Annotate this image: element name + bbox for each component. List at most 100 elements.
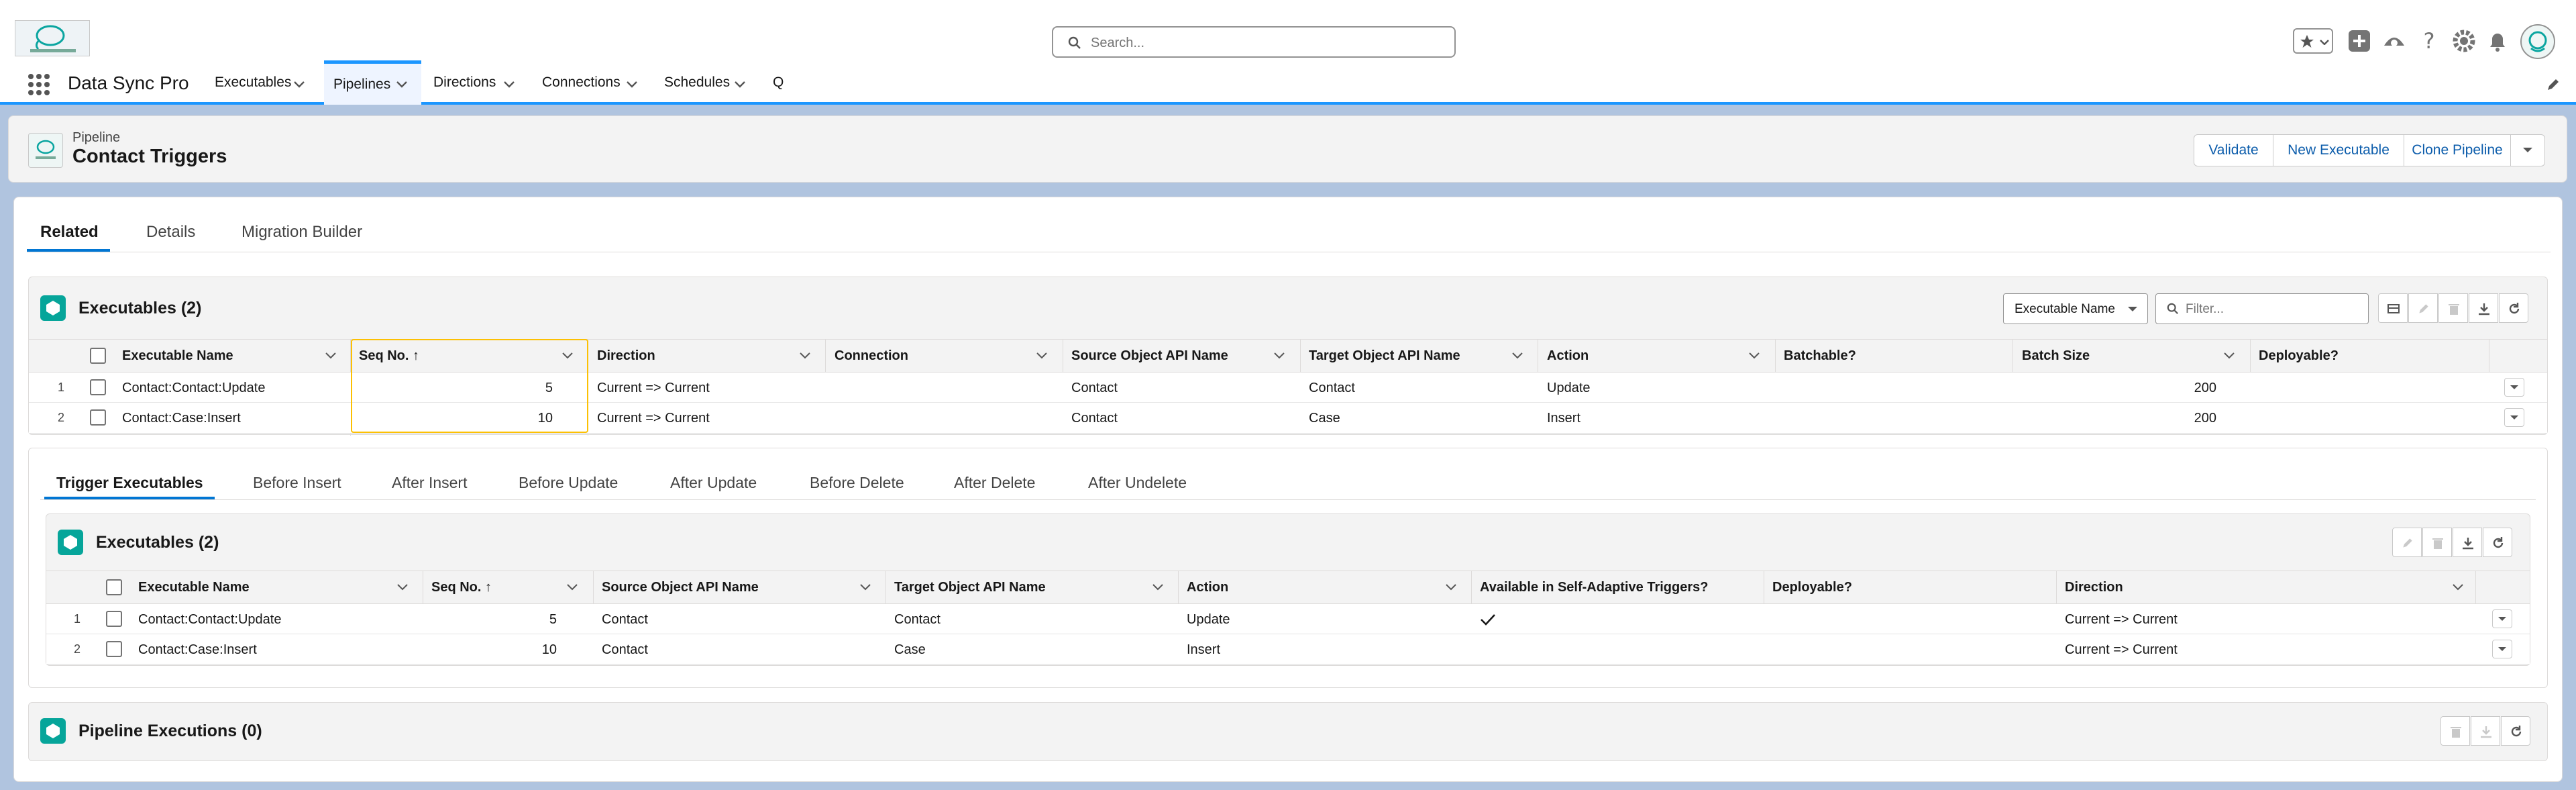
column-menu-chevron-icon[interactable]	[1274, 352, 1285, 359]
tab-details[interactable]: Details	[146, 223, 195, 242]
column-header-target-object[interactable]: Target Object API Name	[1309, 348, 1460, 364]
chevron-down-icon[interactable]	[734, 81, 746, 89]
app-launcher-icon[interactable]	[27, 72, 51, 97]
row-checkbox[interactable]	[90, 409, 106, 426]
chevron-down-icon[interactable]	[293, 81, 305, 89]
filter-input[interactable]: Filter...	[2155, 293, 2369, 324]
row-checkbox[interactable]	[106, 641, 122, 657]
favorites-button[interactable]	[2293, 28, 2333, 54]
nav-item-q[interactable]: Q	[773, 60, 784, 105]
column-header-batchable[interactable]: Batchable?	[1784, 348, 1856, 364]
column-header-batch-size[interactable]: Batch Size	[2022, 348, 2090, 364]
chevron-down-icon[interactable]	[503, 81, 515, 89]
edit-button[interactable]	[2408, 293, 2438, 323]
column-menu-chevron-icon[interactable]	[1446, 584, 1456, 591]
nav-item-directions[interactable]: Directions	[433, 60, 496, 105]
column-header-deployable[interactable]: Deployable?	[2259, 348, 2339, 364]
refresh-button[interactable]	[2499, 293, 2528, 323]
row-actions-button[interactable]	[2492, 609, 2512, 628]
column-header-deployable[interactable]: Deployable?	[1772, 580, 1852, 595]
edit-button[interactable]	[2392, 528, 2422, 557]
row-actions-button[interactable]	[2504, 408, 2524, 427]
subtab-after-insert[interactable]: After Insert	[392, 474, 467, 492]
subtab-before-insert[interactable]: Before Insert	[253, 474, 341, 492]
validate-button[interactable]: Validate	[2194, 134, 2273, 166]
inline-edit-toggle-button[interactable]	[2378, 293, 2408, 323]
executable-link[interactable]: Contact:Case:Insert	[138, 642, 257, 658]
chevron-down-icon[interactable]	[626, 81, 638, 89]
row-actions-button[interactable]	[2504, 378, 2524, 397]
column-menu-chevron-icon[interactable]	[567, 584, 578, 591]
column-menu-chevron-icon[interactable]	[1749, 352, 1760, 359]
help-icon[interactable]: ?	[2416, 28, 2442, 54]
column-header-action[interactable]: Action	[1547, 348, 1589, 364]
executable-link[interactable]: Contact:Contact:Update	[122, 381, 265, 396]
refresh-button[interactable]	[2483, 528, 2512, 557]
subtab-before-delete[interactable]: Before Delete	[810, 474, 904, 492]
column-header-direction[interactable]: Direction	[597, 348, 655, 364]
row-checkbox[interactable]	[90, 379, 106, 395]
select-all-checkbox[interactable]	[90, 348, 106, 364]
row-checkbox[interactable]	[106, 611, 122, 627]
nav-item-schedules[interactable]: Schedules	[664, 60, 730, 105]
column-header-target-object[interactable]: Target Object API Name	[894, 580, 1046, 595]
direction-link[interactable]: Current => Current	[2065, 612, 2178, 628]
subtab-after-update[interactable]: After Update	[670, 474, 757, 492]
global-actions-add-icon[interactable]	[2347, 28, 2372, 54]
download-button[interactable]	[2471, 716, 2500, 746]
column-menu-chevron-icon[interactable]	[2453, 584, 2463, 591]
tab-related[interactable]: Related	[40, 223, 99, 242]
delete-button[interactable]	[2422, 528, 2452, 557]
subtab-after-delete[interactable]: After Delete	[954, 474, 1035, 492]
page-title: Contact Triggers	[72, 146, 227, 167]
clone-pipeline-button[interactable]: Clone Pipeline	[2404, 134, 2511, 166]
column-header-executable-name[interactable]: Executable Name	[138, 580, 250, 595]
column-menu-chevron-icon[interactable]	[860, 584, 871, 591]
column-header-self-adaptive[interactable]: Available in Self-Adaptive Triggers?	[1480, 580, 1708, 595]
column-header-action[interactable]: Action	[1187, 580, 1228, 595]
column-header-source-object[interactable]: Source Object API Name	[602, 580, 759, 595]
direction-link[interactable]: Current => Current	[597, 411, 710, 426]
download-button[interactable]	[2453, 528, 2482, 557]
global-search-input[interactable]: Search...	[1052, 26, 1456, 58]
direction-link[interactable]: Current => Current	[2065, 642, 2178, 658]
column-menu-chevron-icon[interactable]	[2224, 352, 2235, 359]
subtab-trigger-executables[interactable]: Trigger Executables	[56, 474, 203, 492]
tab-migration-builder[interactable]: Migration Builder	[241, 223, 362, 242]
column-header-direction[interactable]: Direction	[2065, 580, 2123, 595]
row-actions-button[interactable]	[2492, 640, 2512, 658]
column-header-executable-name[interactable]: Executable Name	[122, 348, 233, 364]
edit-nav-pencil-icon[interactable]	[2545, 77, 2561, 93]
executable-link[interactable]: Contact:Contact:Update	[138, 612, 281, 628]
gear-icon[interactable]	[2451, 28, 2477, 54]
column-header-source-object[interactable]: Source Object API Name	[1071, 348, 1228, 364]
chevron-down-icon[interactable]	[396, 81, 408, 89]
column-header-seq-no[interactable]: Seq No. ↑	[431, 580, 492, 595]
action-cell: Update	[1547, 381, 1591, 395]
sort-field-select[interactable]: Executable Name	[2003, 293, 2148, 324]
column-header-connection[interactable]: Connection	[835, 348, 908, 364]
trailhead-icon[interactable]	[2381, 28, 2407, 54]
column-menu-chevron-icon[interactable]	[1512, 352, 1523, 359]
delete-button[interactable]	[2438, 293, 2468, 323]
refresh-button[interactable]	[2501, 716, 2530, 746]
subtab-before-update[interactable]: Before Update	[519, 474, 618, 492]
subtab-after-undelete[interactable]: After Undelete	[1088, 474, 1187, 492]
column-menu-chevron-icon[interactable]	[1152, 584, 1163, 591]
column-menu-chevron-icon[interactable]	[397, 584, 408, 591]
nav-item-connections[interactable]: Connections	[542, 60, 621, 105]
column-menu-chevron-icon[interactable]	[800, 352, 810, 359]
new-executable-button[interactable]: New Executable	[2273, 134, 2404, 166]
download-button[interactable]	[2469, 293, 2498, 323]
bell-icon[interactable]	[2485, 28, 2510, 54]
nav-item-executables[interactable]: Executables	[215, 60, 291, 105]
select-all-checkbox[interactable]	[106, 579, 122, 595]
more-actions-button[interactable]	[2510, 134, 2545, 166]
user-avatar[interactable]	[2520, 24, 2555, 59]
column-menu-chevron-icon[interactable]	[1036, 352, 1047, 359]
column-menu-chevron-icon[interactable]	[325, 352, 336, 359]
executable-link[interactable]: Contact:Case:Insert	[122, 411, 241, 426]
direction-link[interactable]: Current => Current	[597, 381, 710, 396]
org-logo[interactable]	[15, 20, 90, 56]
delete-button[interactable]	[2440, 716, 2470, 746]
